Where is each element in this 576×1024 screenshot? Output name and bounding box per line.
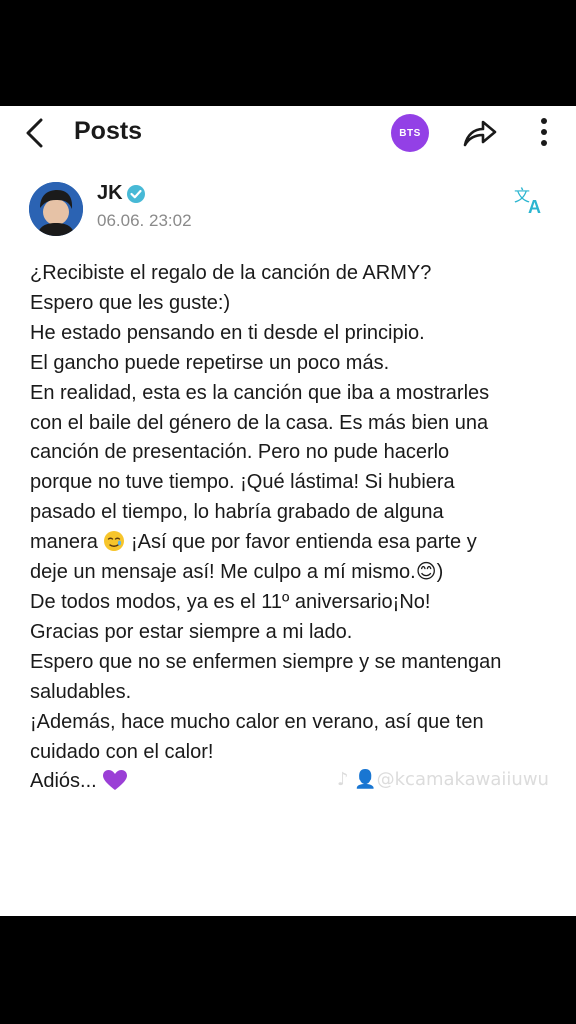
post-line: porque no tuve tiempo. ¡Qué lástima! Si … (30, 471, 455, 494)
post-line: ¡Además, hace mucho calor en verano, así… (30, 710, 484, 733)
verified-badge-icon (126, 184, 146, 204)
teary-smile-emoji-icon (103, 530, 125, 552)
post-line: ¿Recibiste el regalo de la canción de AR… (30, 262, 432, 284)
post-author: JK 06.06. 23:02 文 A (0, 180, 576, 240)
post-line: En realidad, esta es la canción que iba … (30, 381, 490, 404)
post-line: De todos modos, ya es el 11º aniversario… (30, 590, 431, 613)
top-bar: Posts BTS (0, 106, 576, 158)
post-line: Espero que no se enfermen siempre y se m… (30, 650, 502, 673)
post-line-part: manera (30, 531, 98, 554)
watermark: ♪ 👤@kcamakawaiiuwu (337, 769, 549, 790)
post-line: manera ¡Así que por favor entienda esa p… (30, 528, 555, 558)
post-line: Gracias por estar siempre a mi lado. (30, 620, 353, 643)
avatar[interactable] (29, 182, 83, 236)
post-line: saludables. (30, 680, 132, 703)
post-line: canción de presentación. Pero no pude ha… (30, 441, 450, 464)
post-screen: Posts BTS JK 06.06. 23:02 文 A ¿Recibiste… (0, 106, 576, 916)
post-line: pasado el tiempo, lo habría grabado de a… (30, 501, 444, 524)
post-line: cuidado con el calor! (30, 740, 214, 763)
author-name[interactable]: JK (97, 182, 123, 205)
translate-icon[interactable]: 文 A (513, 184, 547, 217)
post-line: Espero que les guste:) (30, 291, 231, 314)
back-arrow-icon[interactable] (22, 116, 52, 150)
purple-heart-icon (102, 769, 128, 791)
post-line: El gancho puede repetirse un poco más. (30, 351, 390, 374)
share-icon[interactable] (461, 115, 499, 151)
post-line: con el baile del género de la casa. Es m… (30, 411, 489, 434)
post-line-part: ¡Así que por favor entienda esa parte y (130, 531, 477, 554)
svg-text:A: A (528, 197, 541, 216)
post-line: deje un mensaje así! Me culpo a mí mismo… (30, 561, 444, 584)
page-title: Posts (74, 117, 143, 145)
post-timestamp: 06.06. 23:02 (97, 211, 192, 230)
post-line-part: Adiós... (30, 770, 97, 793)
more-vertical-icon[interactable] (534, 116, 554, 150)
post-body: ¿Recibiste el regalo de la canción de AR… (30, 259, 555, 797)
bts-community-badge[interactable]: BTS (391, 114, 429, 152)
post-line: He estado pensando en ti desde el princi… (30, 321, 425, 344)
